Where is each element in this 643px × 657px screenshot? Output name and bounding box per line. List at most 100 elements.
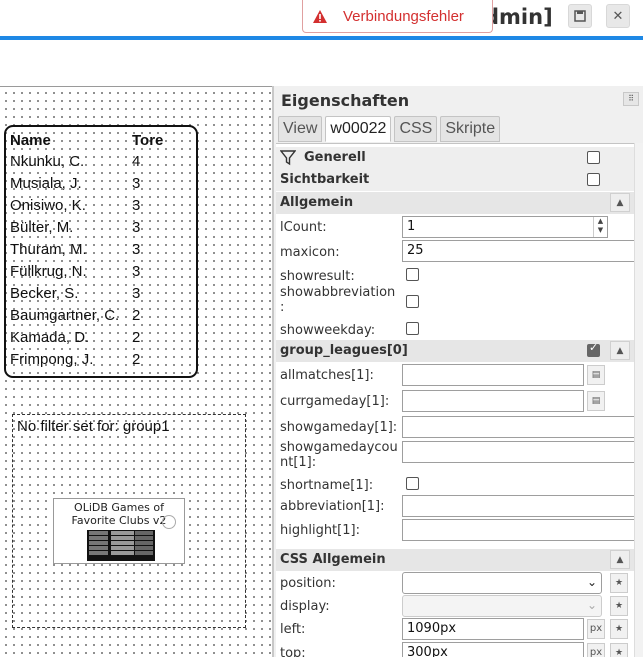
field-showabbreviation: showabbreviation : bbox=[276, 285, 634, 319]
table-row: Füllkrug, N. 3 bbox=[10, 260, 163, 282]
table-row: Musiala, J. 3 bbox=[10, 172, 163, 194]
star-icon[interactable]: ★ bbox=[610, 596, 628, 616]
field-showgamedaycount: showgamedaycou nt[1]: bbox=[276, 440, 634, 474]
goals: 2 bbox=[132, 350, 141, 368]
showabbreviation-checkbox[interactable] bbox=[406, 295, 419, 308]
chevron-down-icon: ⌄ bbox=[586, 598, 597, 612]
section-css-allgemein[interactable]: CSS Allgemein ▲ bbox=[276, 549, 634, 571]
circle-icon bbox=[162, 515, 176, 529]
player-name: Kamada, D. bbox=[10, 328, 90, 346]
star-icon[interactable]: ★ bbox=[610, 619, 628, 639]
position-select[interactable]: ⌄ bbox=[402, 572, 602, 594]
showgamedaycount-input[interactable] bbox=[402, 441, 634, 463]
table-row: Onisiwo, K. 3 bbox=[10, 194, 163, 216]
close-icon[interactable]: ✕ bbox=[606, 4, 630, 28]
section-label: Sichtbarkeit bbox=[280, 172, 370, 187]
save-icon[interactable] bbox=[568, 4, 592, 28]
editor-canvas[interactable]: Name Tore Nkunku, C. 4 Musiala, J. 3 Onisi… bbox=[0, 86, 272, 657]
games-widget[interactable]: No filter set for: group1 OLiDB Games of… bbox=[12, 414, 246, 628]
section-allgemein[interactable]: Allgemein ▲ bbox=[276, 192, 634, 214]
widget-thumbnail bbox=[87, 530, 155, 561]
sichtbarkeit-checkbox[interactable] bbox=[587, 173, 600, 186]
panel-title: Eigenschaften bbox=[281, 91, 410, 110]
table-row: Becker, S. 3 bbox=[10, 282, 163, 304]
section-label: CSS Allgemein bbox=[280, 552, 386, 567]
abbreviation-input[interactable] bbox=[402, 495, 634, 517]
left-input[interactable]: 1090px bbox=[402, 618, 584, 640]
goals: 3 bbox=[132, 262, 141, 280]
showweekday-checkbox[interactable] bbox=[406, 322, 419, 335]
goals: 2 bbox=[132, 328, 141, 346]
table-row: Kamada, D. 2 bbox=[10, 326, 163, 348]
column-header-goals: Tore bbox=[132, 131, 164, 149]
player-name: Bülter, M. bbox=[10, 218, 74, 236]
goals: 3 bbox=[132, 240, 141, 258]
unit-button[interactable]: px bbox=[587, 643, 605, 657]
tab-css[interactable]: CSS bbox=[394, 116, 438, 142]
allmatches-input[interactable] bbox=[402, 364, 584, 386]
player-name: Frimpong, J. bbox=[10, 350, 94, 368]
player-name: Thuram, M. bbox=[10, 240, 87, 258]
header-accent-line bbox=[0, 36, 643, 40]
page-title: dmin] bbox=[484, 5, 553, 29]
star-icon[interactable]: ★ bbox=[610, 643, 628, 657]
goals: 3 bbox=[132, 284, 141, 302]
list-icon[interactable]: ▤ bbox=[587, 391, 605, 411]
section-label: Generell bbox=[304, 150, 366, 165]
showresult-checkbox[interactable] bbox=[406, 268, 419, 281]
error-toast: Verbindungsfehler bbox=[302, 0, 493, 33]
table-row: Baumgartner, C. 2 bbox=[10, 304, 163, 326]
top-input[interactable]: 300px bbox=[402, 642, 584, 657]
player-name: Nkunku, C. bbox=[10, 152, 85, 170]
column-header-name: Name bbox=[10, 131, 51, 149]
collapse-icon[interactable]: ▲ bbox=[610, 550, 630, 569]
table-row: Thuram, M. 3 bbox=[10, 238, 163, 260]
unit-button[interactable]: px bbox=[587, 619, 605, 639]
goals: 2 bbox=[132, 306, 141, 324]
widget-preview-card: OLiDB Games of Favorite Clubs v2 bbox=[53, 498, 185, 564]
section-label: Allgemein bbox=[280, 195, 354, 210]
table-row: Nkunku, C. 4 bbox=[10, 150, 163, 172]
tab-scripts[interactable]: Skripte bbox=[440, 116, 501, 142]
chevron-down-icon: ⌄ bbox=[586, 575, 597, 589]
section-sichtbarkeit[interactable]: Sichtbarkeit bbox=[276, 169, 634, 191]
goals: 3 bbox=[132, 174, 141, 192]
table-row: Frimpong, J. 2 bbox=[10, 348, 163, 370]
player-name: Füllkrug, N. bbox=[10, 262, 87, 280]
player-name: Onisiwo, K. bbox=[10, 196, 86, 214]
properties-list: Generell Sichtbarkeit Allgemein ▲ lCount… bbox=[276, 143, 634, 657]
showgameday-input[interactable] bbox=[402, 416, 634, 438]
star-icon[interactable]: ★ bbox=[610, 573, 628, 593]
shortname-checkbox[interactable] bbox=[406, 477, 419, 490]
currgameday-input[interactable] bbox=[402, 390, 584, 412]
group-leagues-checkbox[interactable] bbox=[587, 341, 600, 357]
scorer-table-widget[interactable]: Name Tore Nkunku, C. 4 Musiala, J. 3 Onisi… bbox=[4, 125, 198, 378]
filter-icon bbox=[280, 150, 296, 166]
grip-icon[interactable]: ⠿ bbox=[623, 92, 639, 106]
highlight-input[interactable] bbox=[402, 519, 634, 541]
player-name: Becker, S. bbox=[10, 284, 79, 302]
goals: 4 bbox=[132, 152, 141, 170]
player-name: Baumgartner, C. bbox=[10, 306, 120, 324]
section-group-leagues[interactable]: group_leagues[0] ▲ bbox=[276, 340, 634, 362]
properties-panel: Eigenschaften ⠿ View w00022 CSS Skripte … bbox=[272, 86, 643, 657]
display-select[interactable]: ⌄ bbox=[402, 595, 602, 617]
generell-checkbox[interactable] bbox=[587, 151, 600, 164]
collapse-icon[interactable]: ▲ bbox=[610, 341, 630, 360]
goals: 3 bbox=[132, 196, 141, 214]
maxicon-input[interactable]: 25 bbox=[402, 240, 634, 262]
panel-scrollbar[interactable] bbox=[634, 143, 643, 657]
spinner-icon[interactable]: ▲ ▼ bbox=[593, 217, 607, 237]
lcount-input[interactable]: 1 ▲ ▼ bbox=[402, 216, 608, 238]
tab-view[interactable]: View bbox=[278, 116, 323, 142]
tab-widget[interactable]: w00022 bbox=[325, 116, 392, 142]
goals: 3 bbox=[132, 218, 141, 236]
section-generell[interactable]: Generell bbox=[276, 147, 634, 169]
panel-tabs: View w00022 CSS Skripte bbox=[278, 116, 501, 142]
warning-icon bbox=[313, 10, 327, 23]
scorer-table: Name Tore Nkunku, C. 4 Musiala, J. 3 Onisi… bbox=[10, 130, 163, 370]
list-icon[interactable]: ▤ bbox=[587, 365, 605, 385]
collapse-icon[interactable]: ▲ bbox=[610, 193, 630, 212]
table-row: Bülter, M. 3 bbox=[10, 216, 163, 238]
filter-message: No filter set for: group1 bbox=[17, 418, 170, 435]
